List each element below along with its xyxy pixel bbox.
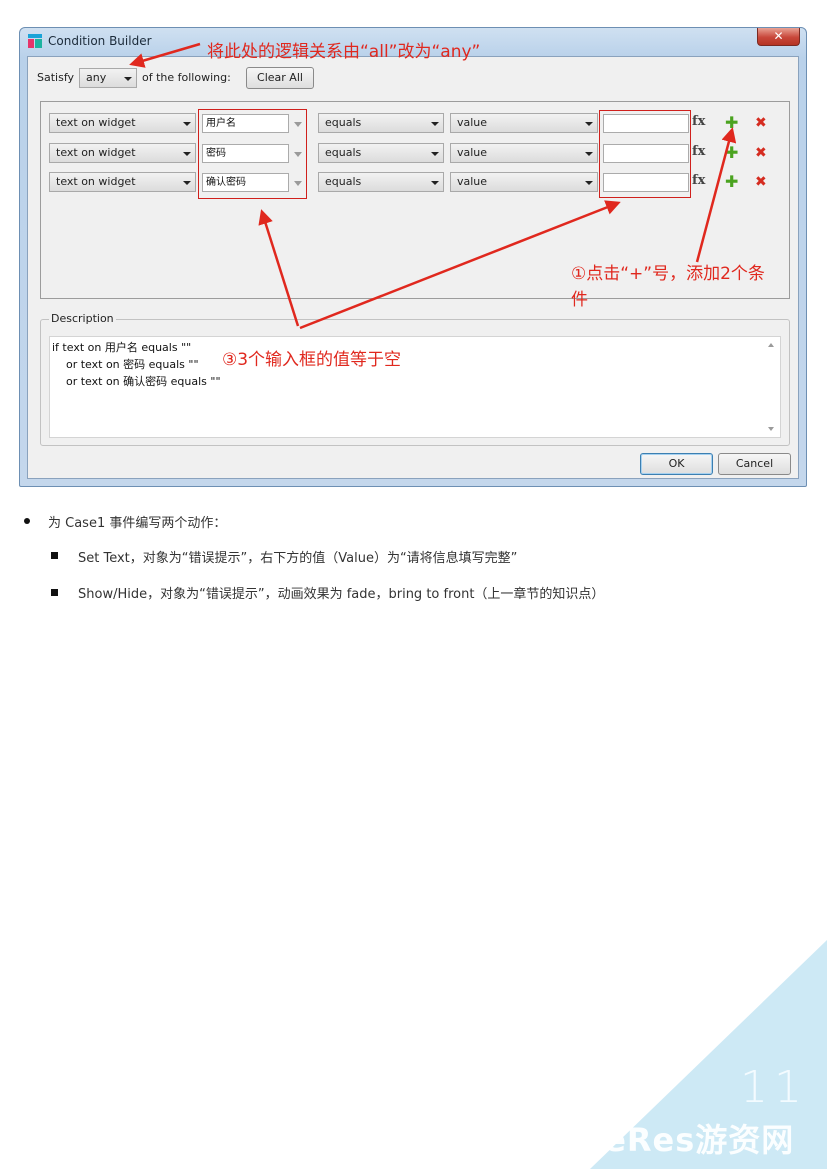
page-number: 11 xyxy=(740,1062,808,1113)
chevron-down-icon xyxy=(431,122,439,126)
chevron-down-icon xyxy=(585,152,593,156)
app-icon xyxy=(28,34,42,48)
bullet-sub-2: Show/Hide，对象为“错误提示”，动画效果为 fade，bring to … xyxy=(78,587,605,602)
fx-icon[interactable]: fx xyxy=(692,173,705,188)
scroll-down-icon[interactable] xyxy=(768,427,774,431)
value-inputs-highlight xyxy=(599,110,691,198)
plus-icon[interactable]: ✚ xyxy=(725,145,738,161)
description-line: or text on 密码 equals "" xyxy=(52,358,199,371)
value-type-select[interactable]: value xyxy=(450,143,598,163)
close-icon[interactable]: ✕ xyxy=(757,28,800,46)
description-label: Description xyxy=(49,312,116,325)
chevron-down-icon xyxy=(183,152,191,156)
description-group: Description if text on 用户名 equals "" or … xyxy=(40,312,790,446)
source-value: text on widget xyxy=(56,175,136,188)
delete-icon[interactable]: ✖ xyxy=(755,145,767,161)
value-type-select[interactable]: value xyxy=(450,113,598,133)
widget-inputs-highlight xyxy=(198,109,307,199)
annotation-step1-line1: ①点击“+”号，添加2个条 xyxy=(571,264,765,284)
operator-select[interactable]: equals xyxy=(318,172,444,192)
bullet-sub-1: Set Text，对象为“错误提示”，右下方的值（Value）为“请将信息填写完… xyxy=(78,551,518,566)
annotation-step3: ③3个输入框的值等于空 xyxy=(222,350,402,370)
source-select[interactable]: text on widget xyxy=(49,143,196,163)
bullet-square xyxy=(51,552,58,559)
annotation-top: 将此处的逻辑关系由“all”改为“any” xyxy=(207,42,481,62)
following-label: of the following: xyxy=(142,71,231,84)
fx-icon[interactable]: fx xyxy=(692,144,705,159)
clear-all-button[interactable]: Clear All xyxy=(246,67,314,89)
source-select[interactable]: text on widget xyxy=(49,172,196,192)
plus-icon[interactable]: ✚ xyxy=(725,115,738,131)
chevron-down-icon xyxy=(585,122,593,126)
plus-icon[interactable]: ✚ xyxy=(725,174,738,190)
ok-button[interactable]: OK xyxy=(640,453,713,475)
source-value: text on widget xyxy=(56,146,136,159)
source-value: text on widget xyxy=(56,116,136,129)
operator-value: equals xyxy=(325,116,362,129)
satisfy-select[interactable]: any xyxy=(79,68,137,88)
bullet-main: 为 Case1 事件编写两个动作： xyxy=(48,516,227,531)
value-type-value: value xyxy=(457,116,488,129)
operator-select[interactable]: equals xyxy=(318,113,444,133)
description-text[interactable]: if text on 用户名 equals "" or text on 密码 e… xyxy=(49,336,781,438)
delete-icon[interactable]: ✖ xyxy=(755,174,767,190)
watermark: GameRes游资网 xyxy=(520,1121,795,1159)
value-type-value: value xyxy=(457,146,488,159)
description-line: if text on 用户名 equals "" xyxy=(52,341,192,354)
satisfy-value: any xyxy=(86,71,107,84)
chevron-down-icon xyxy=(585,181,593,185)
condition-builder-dialog: Condition Builder ✕ Satisfy any of the f… xyxy=(19,27,807,487)
value-type-value: value xyxy=(457,175,488,188)
scroll-up-icon[interactable] xyxy=(768,343,774,347)
source-select[interactable]: text on widget xyxy=(49,113,196,133)
chevron-down-icon xyxy=(124,77,132,81)
chevron-down-icon xyxy=(431,152,439,156)
fx-icon[interactable]: fx xyxy=(692,114,705,129)
delete-icon[interactable]: ✖ xyxy=(755,115,767,131)
value-type-select[interactable]: value xyxy=(450,172,598,192)
chevron-down-icon xyxy=(431,181,439,185)
bullet-dot xyxy=(24,518,30,524)
operator-value: equals xyxy=(325,175,362,188)
annotation-step1-line2: 件 xyxy=(571,290,588,310)
satisfy-label: Satisfy xyxy=(37,71,75,84)
operator-value: equals xyxy=(325,146,362,159)
description-line: or text on 确认密码 equals "" xyxy=(52,375,221,388)
chevron-down-icon xyxy=(183,181,191,185)
cancel-button[interactable]: Cancel xyxy=(718,453,791,475)
dialog-title: Condition Builder xyxy=(48,34,152,48)
chevron-down-icon xyxy=(183,122,191,126)
bullet-square xyxy=(51,589,58,596)
operator-select[interactable]: equals xyxy=(318,143,444,163)
